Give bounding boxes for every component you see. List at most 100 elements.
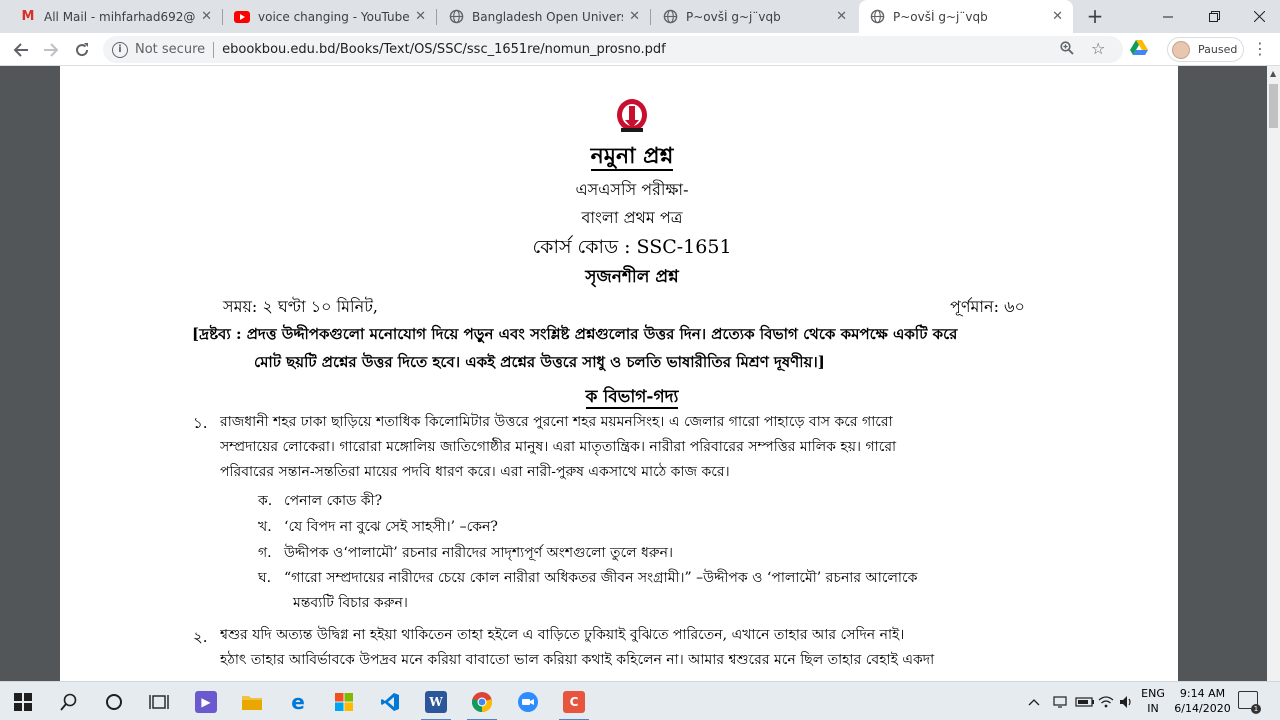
university-seal-icon — [617, 99, 647, 132]
tab-pdf-active[interactable]: P~ovšÍ g~j¨vqb ✕ — [859, 0, 1073, 33]
pdf-page: নমুনা প্রশ্ন এসএসসি পরীক্ষা- বাংলা প্রথম… — [60, 66, 1178, 681]
full-marks: পূর্ণমান: ৬০ — [950, 297, 1025, 316]
course-code: কোর্স কোড : SSC-1651 — [532, 236, 732, 258]
reload-button[interactable] — [69, 37, 95, 63]
taskbar-app-file-explorer[interactable] — [229, 682, 275, 720]
tab-bangladesh-open-university[interactable]: Bangladesh Open University ✕ — [438, 0, 650, 33]
system-clock[interactable]: 9:14 AM 6/14/2020 — [1170, 686, 1235, 716]
close-icon[interactable]: ✕ — [201, 9, 212, 24]
globe-icon — [662, 9, 678, 25]
more-menu-icon[interactable]: ⋮ — [1252, 39, 1268, 58]
taskbar-app-video[interactable]: ▶ — [183, 682, 229, 720]
sub-question: ঘ. “গারো সম্প্রদায়ের নারীদের চেয়ে কোল ন… — [258, 570, 918, 586]
tab-label: All Mail - mihfarhad692@gma — [44, 9, 196, 24]
region-code: IN — [1147, 702, 1159, 715]
windows-icon — [14, 692, 32, 711]
restore-icon[interactable] — [1192, 0, 1237, 33]
edge-icon: e — [291, 689, 305, 714]
taskbar-app-edge[interactable]: e — [275, 682, 321, 720]
youtube-icon — [234, 9, 250, 25]
text-line: শ্বশুর যদি অত্যন্ত উদ্বিগ্ন না হইয়া থাক… — [220, 627, 905, 643]
exam-time: সময়: ২ ঘণ্টা ১০ মিনিট, — [223, 297, 378, 316]
clock-time: 9:14 AM — [1179, 687, 1226, 700]
zoom-app-icon — [518, 691, 538, 712]
taskbar-app-chrome[interactable] — [459, 682, 505, 720]
network-icon[interactable] — [1053, 682, 1071, 720]
address-bar[interactable]: i Not secure ebookbou.edu.bd/Books/Text/… — [103, 36, 1123, 63]
folder-icon — [242, 695, 262, 710]
text-line: রাজধানী শহর ঢাকা ছাড়িয়ে শতাধিক কিলোমিট… — [220, 414, 893, 430]
new-tab-button[interactable]: + — [1083, 4, 1107, 28]
cortana-button[interactable] — [91, 682, 137, 720]
reload-icon — [76, 43, 89, 57]
question-type: সৃজনশীল প্রশ্ন — [585, 267, 679, 287]
taskbar-app-word[interactable]: W — [413, 682, 459, 720]
note-line: মোট ছয়টি প্রশ্নের উত্তর দিতে হবে। একই প… — [254, 353, 825, 371]
taskbar-app-recorder[interactable]: C — [551, 682, 597, 720]
close-icon[interactable]: ✕ — [1052, 9, 1063, 24]
google-drive-icon[interactable] — [1130, 40, 1148, 58]
text-line: সম্প্রদায়ের লোকেরা। গারোরা মঙ্গোলিয় জা… — [220, 439, 897, 455]
section-heading: ক বিভাগ-গদ্য — [585, 387, 679, 409]
cortana-icon — [106, 693, 122, 710]
taskbar-app-store[interactable] — [321, 682, 367, 720]
task-view-button[interactable] — [136, 682, 182, 720]
zoom-icon[interactable] — [1060, 41, 1074, 59]
sub-question: খ. ‘যে বিপদ না বুঝে সেই সাহসী।’ –কেন? — [258, 519, 498, 535]
tab-youtube[interactable]: voice changing - YouTube ✕ — [224, 0, 436, 33]
note-line: [দ্রষ্টব্য : প্রদত্ত উদ্দীপকগুলো মনোযোগ … — [192, 325, 958, 343]
page-title: নমুনা প্রশ্ন — [590, 143, 674, 171]
profile-button[interactable]: Paused — [1167, 37, 1244, 62]
volume-icon[interactable] — [1119, 682, 1135, 720]
chevron-up-icon — [1028, 698, 1040, 705]
info-icon[interactable]: i — [112, 41, 128, 58]
sub-question-continued: মন্তব্যটি বিচার করুন। — [293, 595, 408, 611]
forward-button[interactable] — [38, 37, 64, 63]
taskbar-app-zoom[interactable] — [505, 682, 551, 720]
close-icon[interactable]: ✕ — [415, 9, 426, 24]
vertical-scrollbar[interactable]: ▲ — [1267, 66, 1280, 681]
tab-gmail[interactable]: M All Mail - mihfarhad692@gma ✕ — [10, 0, 222, 33]
minimize-icon[interactable] — [1145, 0, 1190, 33]
close-icon[interactable]: ✕ — [629, 9, 640, 24]
vscode-icon — [381, 692, 399, 711]
recorder-app-icon: C — [563, 690, 585, 713]
question-stimulus: শ্বশুর যদি অত্যন্ত উদ্বিগ্ন না হইয়া থাক… — [220, 623, 1072, 673]
url-text[interactable]: ebookbou.edu.bd/Books/Text/OS/SSC/ssc_16… — [222, 42, 666, 57]
divider — [213, 41, 215, 58]
security-label: Not secure — [135, 42, 206, 57]
close-icon[interactable]: ✕ — [836, 9, 847, 24]
windows-taskbar: ▶ e W C ENG IN 9:14 AM 6/14/2020 1 — [0, 681, 1280, 720]
scroll-thumb[interactable] — [1269, 84, 1278, 128]
search-button[interactable] — [46, 682, 92, 720]
word-icon: W — [425, 690, 447, 713]
tab-separator — [436, 9, 437, 25]
subject-name: বাংলা প্রথম পত্র — [581, 208, 683, 227]
sub-question: ক. পেনাল কোড কী? — [258, 493, 383, 509]
star-icon[interactable]: ☆ — [1091, 39, 1105, 58]
battery-icon[interactable] — [1075, 682, 1095, 720]
video-app-icon: ▶ — [195, 690, 217, 713]
question-number: ২. — [193, 628, 208, 646]
text-line: হঠাৎ তাহার আবির্ভাবকে উপদ্রব মনে করিয়া … — [220, 652, 935, 668]
globe-icon — [869, 9, 885, 25]
arrow-right-icon — [44, 43, 59, 57]
taskbar-app-vscode[interactable] — [367, 682, 413, 720]
store-icon — [335, 692, 353, 711]
text-line: পরিবারের সন্তান-সন্ততিরা মায়ের পদবি ধার… — [220, 464, 730, 480]
language-indicator[interactable]: ENG IN — [1138, 686, 1168, 716]
question-stimulus: রাজধানী শহর ঢাকা ছাড়িয়ে শতাধিক কিলোমিট… — [220, 410, 1072, 485]
tab-separator — [650, 9, 651, 25]
start-button[interactable] — [0, 682, 46, 720]
avatar — [1172, 40, 1190, 59]
back-button[interactable] — [8, 37, 34, 63]
task-view-icon — [149, 694, 169, 709]
close-window-icon[interactable] — [1237, 0, 1280, 33]
browser-toolbar: i Not secure ebookbou.edu.bd/Books/Text/… — [0, 33, 1280, 66]
scroll-up-icon[interactable]: ▲ — [1270, 69, 1276, 78]
show-hidden-icons[interactable] — [1028, 682, 1040, 720]
tab-strip: M All Mail - mihfarhad692@gma ✕ voice ch… — [0, 0, 1280, 33]
wifi-icon[interactable] — [1098, 682, 1114, 720]
tab-pdf-1[interactable]: P~ovšÍ g~j¨vqb ✕ — [652, 0, 857, 33]
tab-label: voice changing - YouTube — [258, 9, 410, 24]
